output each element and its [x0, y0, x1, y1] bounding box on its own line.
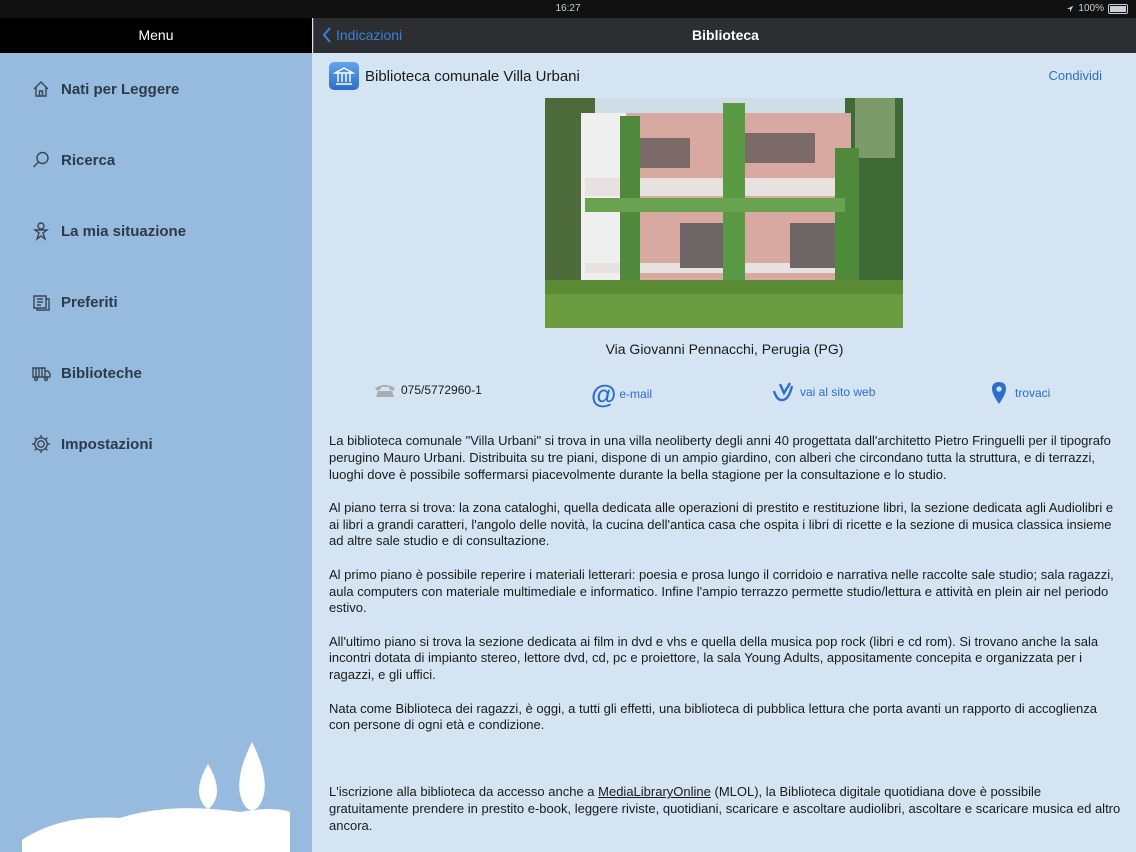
sidebar-item-la-mia-situazione[interactable]: La mia situazione — [30, 211, 290, 251]
status-bar: 16:27 100% — [0, 0, 1136, 18]
mlol-text-before: L'iscrizione alla biblioteca da accesso … — [329, 784, 599, 800]
location-arrow-icon — [1067, 5, 1074, 12]
person-icon — [30, 220, 52, 242]
library-address: Via Giovanni Pennacchi, Perugia (PG) — [605, 341, 844, 357]
sidebar-item-ricerca[interactable]: Ricerca — [30, 140, 290, 180]
status-time: 16:27 — [555, 3, 581, 14]
contact-row: 075/5772960-1 @ e-mail vai al sito web t… — [313, 381, 1136, 407]
battery-percent: 100% — [1078, 3, 1104, 14]
map-link[interactable]: trovaci — [990, 381, 1050, 405]
phone-number: 075/5772960-1 — [401, 383, 482, 397]
library-name: Biblioteca comunale Villa Urbani — [365, 68, 580, 85]
home-icon — [30, 78, 52, 100]
sidebar-item-label: Biblioteche — [61, 364, 142, 382]
phone-icon — [375, 385, 395, 397]
phone-link[interactable]: 075/5772960-1 — [373, 381, 482, 399]
sidebar-item-impostazioni[interactable]: Impostazioni — [30, 424, 290, 464]
decorative-landscape — [22, 742, 290, 852]
search-icon — [30, 149, 52, 171]
email-link[interactable]: @ e-mail — [591, 381, 652, 407]
library-description: La biblioteca comunale "Villa Urbani" si… — [329, 433, 1121, 851]
mlol-link[interactable]: MediaLibraryOnline — [598, 784, 711, 799]
sidebar-item-biblioteche[interactable]: Biblioteche — [30, 353, 290, 393]
libraries-icon — [30, 362, 52, 384]
library-detail: Biblioteca comunale Villa Urbani Condivi… — [313, 53, 1136, 852]
at-sign-icon: @ — [591, 379, 617, 409]
library-icon — [329, 62, 359, 90]
website-link[interactable]: vai al sito web — [771, 381, 875, 403]
status-right: 100% — [1066, 3, 1128, 14]
website-icon — [772, 382, 794, 402]
description-paragraph: All'ultimo piano si trova la sezione ded… — [329, 633, 1099, 683]
library-photo — [545, 98, 903, 328]
website-label: vai al sito web — [800, 385, 876, 399]
sidebar-item-label: Preferiti — [61, 293, 118, 311]
menu-title: Menu — [138, 27, 174, 43]
gear-icon — [30, 433, 52, 455]
page-title: Biblioteca — [692, 27, 759, 43]
description-paragraph: Al piano terra si trova: la zona catalog… — [329, 499, 1114, 549]
map-label: trovaci — [1015, 386, 1051, 400]
email-label: e-mail — [619, 387, 653, 401]
description-paragraph: La biblioteca comunale "Villa Urbani" si… — [329, 433, 1111, 482]
map-pin-icon — [992, 382, 1006, 404]
description-paragraph: Al primo piano è possibile reperire i ma… — [329, 566, 1114, 616]
battery-icon — [1108, 3, 1128, 14]
description-paragraph: Nata come Biblioteca dei ragazzi, è oggi… — [329, 700, 1097, 733]
navbar: Indicazioni Biblioteca — [313, 18, 1136, 53]
sidebar-item-nati-per-leggere[interactable]: Nati per Leggere — [30, 69, 290, 109]
sidebar-item-label: Nati per Leggere — [61, 80, 180, 98]
share-button[interactable]: Condividi — [1049, 68, 1102, 83]
sidebar-item-preferiti[interactable]: Preferiti — [30, 282, 290, 322]
mlol-paragraph: L'iscrizione alla biblioteca da accesso … — [329, 784, 1121, 834]
menu-header: Menu — [0, 18, 312, 53]
sidebar-item-label: Impostazioni — [61, 435, 153, 453]
sidebar-item-label: Ricerca — [61, 151, 116, 169]
sidebar: Nati per Leggere Ricerca La mia situazio… — [0, 53, 312, 852]
sidebar-item-label: La mia situazione — [61, 222, 187, 240]
favorites-icon — [30, 291, 52, 313]
